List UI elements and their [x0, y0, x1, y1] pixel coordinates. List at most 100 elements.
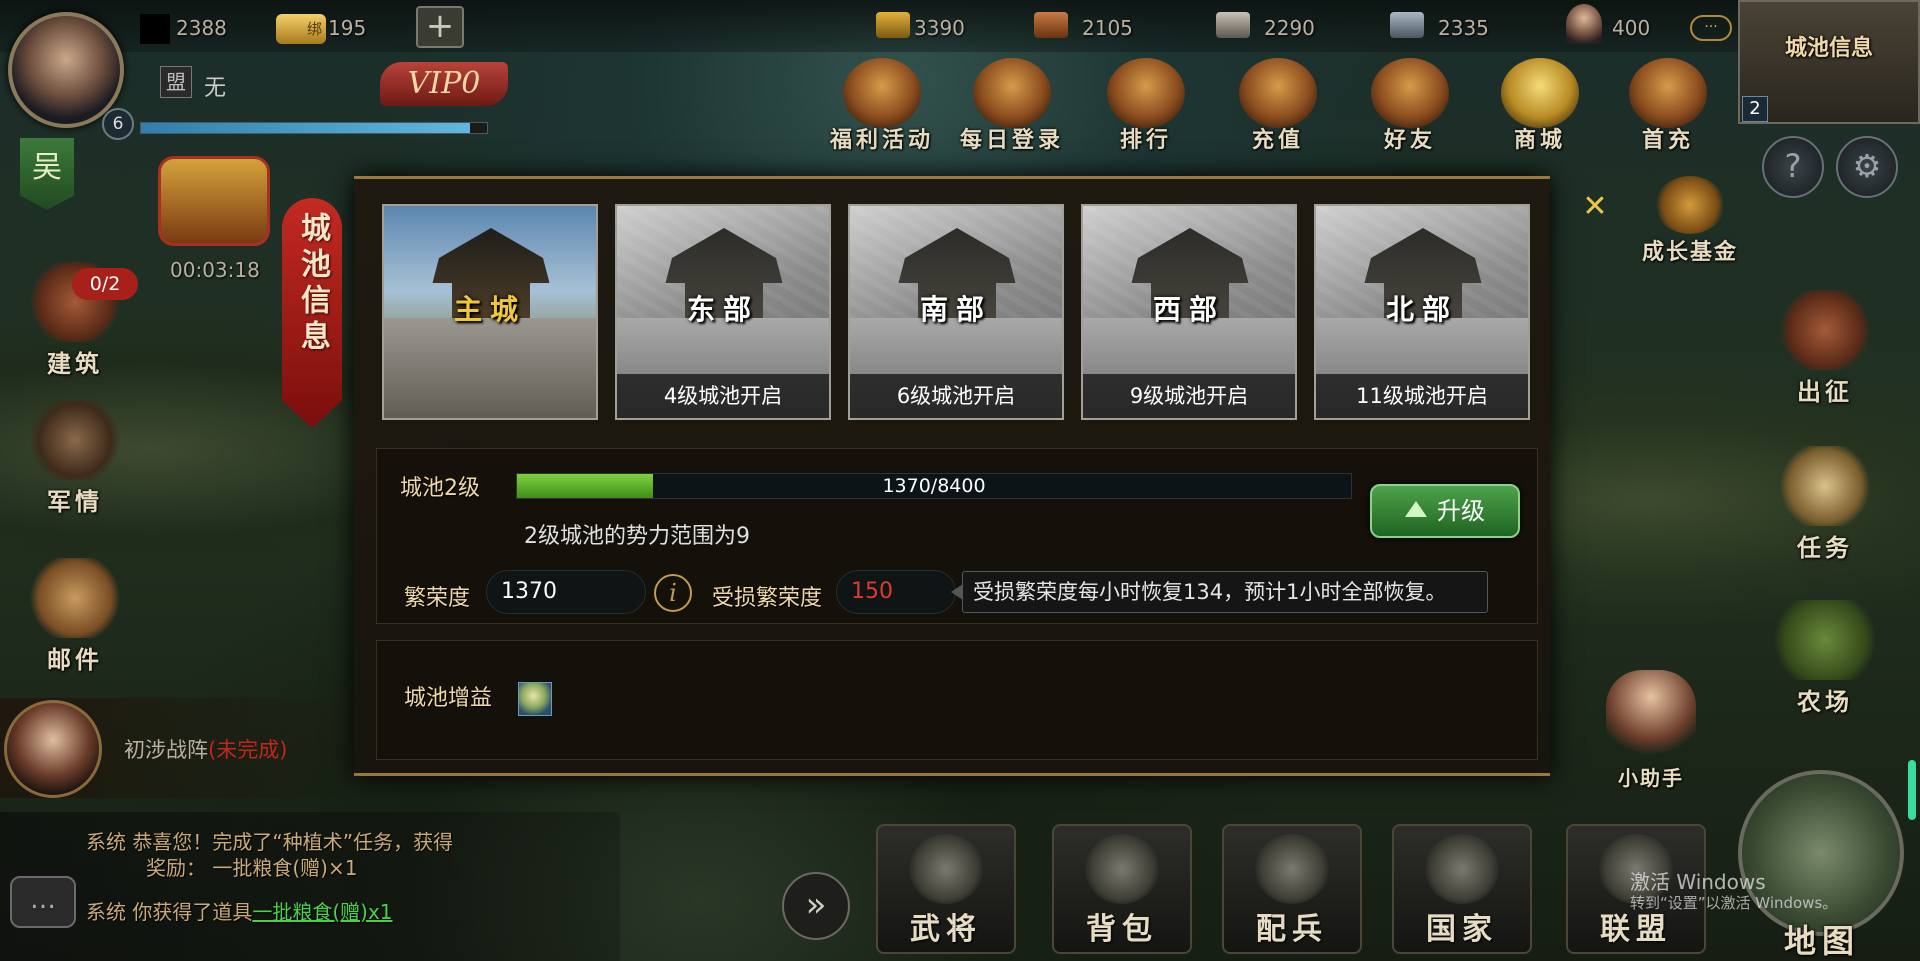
first-recharge-label: 首充: [1641, 127, 1694, 153]
assistant-label: 小助手: [1618, 766, 1684, 790]
nation-button[interactable]: 国家: [1392, 824, 1532, 954]
soldiers-icon: [1255, 834, 1329, 904]
population-icon: [1566, 4, 1602, 44]
info-icon[interactable]: i: [654, 574, 692, 612]
upgrade-button[interactable]: 升级: [1370, 484, 1520, 538]
chat-text: 恭喜您！完成了“种植术”任务，获得: [132, 830, 454, 854]
activation-watermark-title: 激活 Windows: [1630, 870, 1766, 894]
double-chevron-icon: »: [805, 885, 827, 925]
welfare-label: 福利活动: [829, 127, 934, 153]
city-name: 南部: [919, 293, 992, 326]
city-name: 北部: [1385, 293, 1458, 326]
friends-button[interactable]: 好友: [1350, 58, 1470, 158]
daily-login-button[interactable]: 每日登录: [952, 58, 1072, 158]
city-info-thumbnail[interactable]: 城池信息 2: [1738, 0, 1920, 124]
iron-amount: 2335: [1438, 16, 1489, 40]
helmet-icon: [909, 834, 983, 904]
mail-button[interactable]: 邮件: [20, 558, 130, 675]
assistant-portrait-icon: [1606, 670, 1696, 760]
friends-label: 好友: [1383, 127, 1436, 153]
damaged-prosperity-value: 150: [836, 570, 956, 614]
gift-box-icon: [1629, 58, 1707, 128]
city-card-north[interactable]: 北部 11级城池开启: [1314, 204, 1530, 420]
city-card-east[interactable]: 东部 4级城池开启: [615, 204, 831, 420]
task-button[interactable]: 任务: [1770, 446, 1880, 563]
bound-tag: 绑: [306, 20, 322, 38]
city-card-south[interactable]: 南部 6级城池开启: [848, 204, 1064, 420]
welfare-icon: [843, 58, 921, 128]
expedition-button[interactable]: 出征: [1770, 290, 1880, 407]
troops-button[interactable]: 配兵: [1222, 824, 1362, 954]
recovery-tooltip: 受损繁荣度每小时恢复134，预计1小时全部恢复。: [951, 571, 1488, 613]
unlock-caption: 11级城池开启: [1316, 374, 1528, 418]
chat-text: 你获得了道具: [132, 900, 253, 924]
unlock-caption: 9级城池开启: [1083, 374, 1295, 418]
vip-badge[interactable]: VIP0: [380, 62, 508, 106]
task-label: 任务: [1797, 533, 1853, 562]
war-banner-icon: [1780, 290, 1870, 370]
settings-button[interactable]: ⚙: [1836, 136, 1898, 198]
chat-message-2: 系统 你获得了道具一批粮食(赠)x1: [86, 896, 393, 925]
bag-icon: [1085, 834, 1159, 904]
recharge-button[interactable]: 充值: [1218, 58, 1338, 158]
shop-button[interactable]: 商城: [1480, 58, 1600, 158]
alliance-name: 无: [204, 76, 227, 101]
military-report-button[interactable]: 军情: [20, 400, 130, 517]
build-label: 建筑: [47, 349, 103, 378]
chest-timer: 00:03:18: [170, 258, 260, 282]
unlock-caption: 4级城池开启: [617, 374, 829, 418]
troops-label: 配兵: [1256, 912, 1328, 947]
side-scroll-handle[interactable]: [1908, 760, 1916, 820]
stone-amount: 2290: [1264, 16, 1315, 40]
city-card-west[interactable]: 西部 9级城池开启: [1081, 204, 1297, 420]
unlock-caption: 6级城池开启: [850, 374, 1062, 418]
shop-label: 商城: [1513, 127, 1566, 153]
farm-button[interactable]: 农场: [1760, 600, 1890, 717]
more-resources-button[interactable]: ···: [1690, 15, 1732, 41]
city-info-thumbnail-title: 城池信息: [1784, 35, 1873, 61]
bound-gold-icon: 绑: [276, 14, 326, 44]
help-button[interactable]: ?: [1762, 136, 1824, 198]
faction-flag[interactable]: 吴: [20, 138, 74, 210]
expand-menu-button[interactable]: »: [782, 872, 850, 940]
recharge-label: 充值: [1251, 127, 1304, 153]
city-card-main[interactable]: 主城: [382, 204, 598, 420]
item-link[interactable]: 一批粮食(赠)x1: [252, 900, 392, 924]
city-name: 东部: [686, 293, 759, 326]
speech-bubble-icon: …: [30, 885, 56, 915]
scroll-icon: [1780, 446, 1870, 526]
growth-chart-icon: [1655, 176, 1725, 234]
map-label[interactable]: 地图: [1784, 916, 1860, 961]
welfare-activity-button[interactable]: 福利活动: [822, 58, 942, 158]
first-recharge-button[interactable]: 首充: [1608, 58, 1728, 158]
exp-bar-fill: [141, 123, 470, 133]
growth-fund-button[interactable]: 成长基金: [1620, 176, 1760, 266]
wood-amount: 2105: [1082, 16, 1133, 40]
player-level-badge: 6: [102, 108, 134, 140]
bag-button[interactable]: 背包: [1052, 824, 1192, 954]
quest-npc-avatar: [4, 700, 102, 798]
question-icon: ?: [1784, 147, 1802, 185]
chat-message-1: 系统 恭喜您！完成了“种植术”任务，获得: [86, 826, 453, 855]
shop-icon: [1501, 58, 1579, 128]
grain-icon: [876, 12, 910, 38]
player-avatar[interactable]: [8, 12, 124, 128]
chat-open-button[interactable]: …: [10, 876, 76, 928]
range-text: 2级城池的势力范围为9: [524, 524, 750, 549]
panel-title: 城池信息: [295, 212, 330, 356]
assistant-button[interactable]: 小助手: [1596, 670, 1706, 791]
ranking-button[interactable]: 排行: [1086, 58, 1206, 158]
close-panel-button[interactable]: ✕: [1580, 192, 1610, 223]
city-level-label: 城池2级: [400, 476, 480, 501]
treasure-chest-icon[interactable]: [158, 156, 270, 246]
bound-gold-amount: 195: [328, 16, 367, 40]
up-arrow-icon: [1405, 501, 1427, 517]
recharge-plus-button[interactable]: +: [416, 6, 464, 48]
bonus-gem-icon[interactable]: [518, 682, 552, 716]
growth-fund-label: 成长基金: [1641, 239, 1738, 265]
mail-label: 邮件: [47, 645, 103, 674]
city-count-badge: 2: [1742, 96, 1768, 122]
handshake-icon: [1371, 58, 1449, 128]
generals-button[interactable]: 武将: [876, 824, 1016, 954]
grain-amount: 3390: [914, 16, 965, 40]
